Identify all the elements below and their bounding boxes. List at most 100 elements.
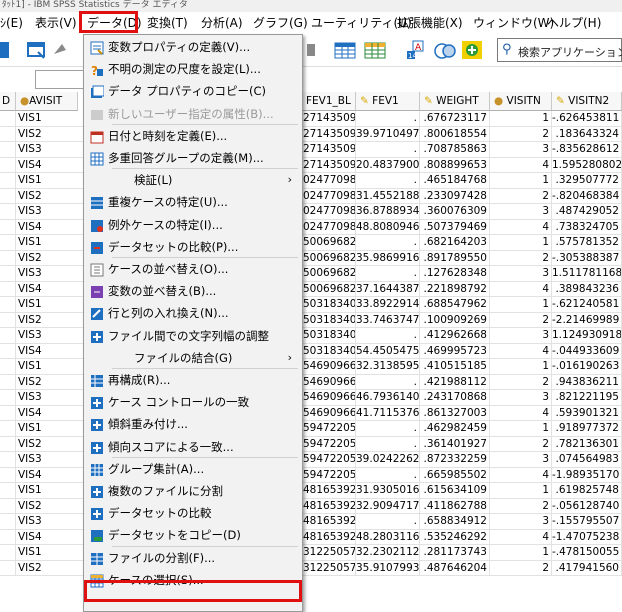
cell-weight[interactable]: .360076309: [420, 204, 490, 219]
cell-weight[interactable]: .469995723: [420, 343, 490, 359]
column-header-avisit[interactable]: ●AVISIT: [16, 92, 78, 111]
cell-fev1-bl[interactable]: 02477098: [303, 219, 356, 235]
cell-visitn2[interactable]: -.016190263: [552, 359, 622, 374]
cell-weight[interactable]: .233097428: [420, 188, 490, 204]
menu-item-sort-variables[interactable]: 変数の並べ替え(B)...: [84, 280, 302, 302]
open-data-icon[interactable]: [26, 40, 48, 60]
cell-weight[interactable]: .808899653: [420, 157, 490, 173]
cell-fev1-bl[interactable]: 50069682: [303, 235, 356, 250]
cell-visitn2[interactable]: .738324705: [552, 219, 622, 235]
menu-item-compare-datasets[interactable]: データセットの比較(P)...: [84, 236, 302, 258]
menu-item-rake-weights[interactable]: 傾斜重み付け...: [84, 413, 302, 435]
menu-item-variable-properties[interactable]: 変数プロパティの定義(V)...: [84, 36, 302, 58]
cell-weight[interactable]: .861327003: [420, 405, 490, 421]
cell-weight[interactable]: .361401927: [420, 436, 490, 452]
cell-weight[interactable]: .411862788: [420, 498, 490, 514]
cell-weight[interactable]: .412962668: [420, 328, 490, 343]
recall-dialog-icon[interactable]: [52, 40, 74, 60]
cell-d[interactable]: [0, 436, 16, 452]
cell-weight[interactable]: .465184768: [420, 173, 490, 188]
cell-visitn[interactable]: 2: [490, 188, 552, 204]
cell-visitn2[interactable]: 1.595280802: [552, 157, 622, 173]
menu-item-calendar[interactable]: 日付と時刻を定義(E)...: [84, 125, 302, 147]
cell-d[interactable]: [0, 374, 16, 390]
cell-visitn2[interactable]: -.835628612: [552, 142, 622, 157]
cell-visitn2[interactable]: .183643324: [552, 126, 622, 142]
cell-fev1-bl[interactable]: 27143509: [303, 111, 356, 126]
cell-fev1-bl[interactable]: 02477098: [303, 204, 356, 219]
cell-weight[interactable]: .615634109: [420, 483, 490, 498]
cell-d[interactable]: [0, 498, 16, 514]
cell-weight[interactable]: .665985502: [420, 467, 490, 483]
cell-fev1[interactable]: 31.93050164: [356, 483, 420, 498]
cell-visitn[interactable]: 3: [490, 328, 552, 343]
menu-item-unknown-measure[interactable]: ? 不明の測定の尺度を設定(L)...: [84, 58, 302, 80]
cell-visitn[interactable]: 2: [490, 312, 552, 328]
cell-visitn2[interactable]: -.820468384: [552, 188, 622, 204]
menu-item-copy-properties[interactable]: データ プロパティのコピー(C): [84, 80, 302, 102]
menu-item-case-control[interactable]: ケース コントロールの一致: [84, 391, 302, 413]
cell-visitn2[interactable]: -.305388387: [552, 250, 622, 266]
cell-visitn2[interactable]: .417941560: [552, 560, 622, 576]
cell-d[interactable]: [0, 390, 16, 405]
cell-weight[interactable]: .688547962: [420, 297, 490, 312]
menu-item-compare[interactable]: データセットの比較: [84, 502, 302, 524]
menu-item-duplicate-cases[interactable]: 重複ケースの特定(U)...: [84, 191, 302, 213]
column-header-visitn[interactable]: ● VISITN: [490, 92, 552, 111]
cell-fev1[interactable]: .: [356, 111, 420, 126]
cell-weight[interactable]: .281173743: [420, 545, 490, 560]
cell-visitn[interactable]: 1: [490, 235, 552, 250]
cell-d[interactable]: [0, 452, 16, 467]
cell-fev1-bl[interactable]: 59472205: [303, 421, 356, 436]
cell-visitn[interactable]: 2: [490, 126, 552, 142]
cell-d[interactable]: [0, 405, 16, 421]
cell-fev1[interactable]: .: [356, 173, 420, 188]
menu-item-sort-cases[interactable]: ケースの並べ替え(O)...: [84, 258, 302, 280]
cell-d[interactable]: [0, 545, 16, 560]
cell-visitn[interactable]: 4: [490, 219, 552, 235]
cell-visitn[interactable]: 2: [490, 560, 552, 576]
value-labels-icon[interactable]: A 14: [405, 40, 427, 60]
cell-visitn[interactable]: 3: [490, 204, 552, 219]
cell-fev1[interactable]: 39.02422621: [356, 452, 420, 467]
cell-weight[interactable]: .872332259: [420, 452, 490, 467]
cell-fev1-bl[interactable]: 48165392: [303, 529, 356, 545]
cell-d[interactable]: [0, 111, 16, 126]
cell-visitn2[interactable]: -.056128740: [552, 498, 622, 514]
cell-visitn2[interactable]: -2.21469989: [552, 312, 622, 328]
add-on-icon[interactable]: [461, 40, 483, 60]
cell-visitn2[interactable]: -1.98935170: [552, 467, 622, 483]
cell-weight[interactable]: .462982459: [420, 421, 490, 436]
cell-visitn2[interactable]: -.155795507: [552, 514, 622, 529]
cell-fev1[interactable]: .: [356, 467, 420, 483]
cell-visitn[interactable]: 3: [490, 390, 552, 405]
cell-fev1-bl[interactable]: 50069682: [303, 250, 356, 266]
cell-fev1[interactable]: 35.91079930: [356, 560, 420, 576]
menu-item-custom-attribute[interactable]: 新しいユーザー指定の属性(B)...: [84, 103, 302, 125]
cell-visitn[interactable]: 4: [490, 405, 552, 421]
menu-item-split-file[interactable]: ファイルの分割(F)...: [84, 547, 302, 569]
cell-d[interactable]: [0, 483, 16, 498]
cell-fev1-bl[interactable]: 31225057: [303, 545, 356, 560]
cell-visitn[interactable]: 1: [490, 359, 552, 374]
cell-d[interactable]: [0, 297, 16, 312]
cell-weight[interactable]: .507379469: [420, 219, 490, 235]
cell-fev1[interactable]: 46.79361406: [356, 390, 420, 405]
cell-fev1-bl[interactable]: 59472205: [303, 467, 356, 483]
cell-d[interactable]: [0, 235, 16, 250]
cell-fev1-bl[interactable]: 50318340: [303, 297, 356, 312]
column-header-visitn2[interactable]: ✎ VISITN2: [552, 92, 622, 111]
cell-weight[interactable]: .410515185: [420, 359, 490, 374]
cell-visitn[interactable]: 2: [490, 374, 552, 390]
cell-d[interactable]: [0, 514, 16, 529]
cell-fev1[interactable]: 35.98699164: [356, 250, 420, 266]
cell-fev1-bl[interactable]: 50069682: [303, 266, 356, 281]
chart-icon[interactable]: [306, 40, 328, 60]
menu-item-propensity[interactable]: 傾向スコアによる一致...: [84, 436, 302, 458]
search-input[interactable]: ⚲ 検索アプリケーション: [497, 38, 622, 62]
cell-d[interactable]: [0, 343, 16, 359]
column-header-d[interactable]: D: [0, 92, 16, 111]
cell-d[interactable]: [0, 421, 16, 436]
weight-cases-icon[interactable]: [364, 40, 386, 60]
cell-weight[interactable]: .243170868: [420, 390, 490, 405]
